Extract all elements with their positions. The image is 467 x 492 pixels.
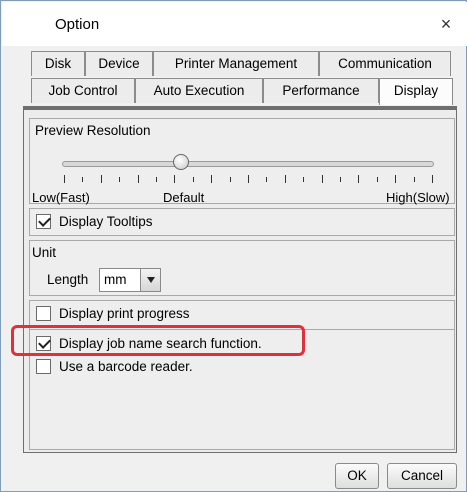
cancel-button[interactable]: Cancel bbox=[387, 463, 457, 489]
resolution-slider-track[interactable] bbox=[62, 161, 434, 167]
slider-tick bbox=[100, 175, 102, 183]
slider-tick bbox=[229, 177, 231, 182]
display-print-progress-checkbox[interactable]: Display print progress bbox=[36, 306, 190, 321]
display-options-group: Display print progress Display job name … bbox=[29, 300, 455, 450]
slider-low-label: Low(Fast) bbox=[32, 190, 90, 205]
checkbox-unchecked-icon[interactable] bbox=[36, 359, 51, 374]
slider-tick bbox=[82, 177, 84, 182]
slider-tick bbox=[266, 177, 268, 182]
slider-tick bbox=[119, 177, 121, 182]
slider-tick bbox=[192, 177, 194, 182]
display-tooltips-group: Display Tooltips bbox=[29, 208, 455, 236]
preview-resolution-group: Preview Resolution Low(Fast) Default Hig… bbox=[29, 118, 455, 205]
ok-button[interactable]: OK bbox=[335, 463, 379, 489]
slider-default-label: Default bbox=[163, 190, 205, 205]
tab-auto-execution[interactable]: Auto Execution bbox=[135, 78, 263, 103]
preview-resolution-title: Preview Resolution bbox=[35, 123, 151, 138]
slider-tick bbox=[321, 175, 323, 183]
slider-tick bbox=[395, 175, 397, 183]
window-title: Option bbox=[55, 16, 100, 33]
slider-tick bbox=[137, 175, 139, 183]
tab-performance[interactable]: Performance bbox=[263, 78, 379, 103]
slider-tick bbox=[156, 177, 157, 182]
option-dialog: Option × Disk Device Printer Management … bbox=[0, 0, 467, 492]
length-unit-select[interactable]: mm bbox=[99, 268, 161, 292]
display-tooltips-checkbox[interactable]: Display Tooltips bbox=[36, 214, 153, 229]
slider-high-label: High(Slow) bbox=[386, 190, 450, 205]
use-barcode-reader-checkbox[interactable]: Use a barcode reader. bbox=[36, 359, 193, 374]
slider-tick bbox=[432, 175, 433, 183]
display-print-progress-label: Display print progress bbox=[59, 306, 190, 321]
slider-tick bbox=[284, 175, 286, 183]
tab-disk[interactable]: Disk bbox=[31, 51, 85, 76]
display-job-name-search-label: Display job name search function. bbox=[59, 336, 262, 351]
slider-tick bbox=[340, 177, 341, 182]
slider-tick bbox=[211, 175, 213, 183]
slider-tick bbox=[413, 177, 415, 182]
unit-title: Unit bbox=[32, 245, 57, 260]
slider-tick bbox=[174, 175, 176, 183]
display-tab-panel: Preview Resolution Low(Fast) Default Hig… bbox=[23, 110, 457, 453]
options-divider bbox=[30, 329, 454, 330]
tab-communication[interactable]: Communication bbox=[319, 51, 451, 76]
slider-tick bbox=[248, 175, 249, 183]
checkbox-checked-icon[interactable] bbox=[36, 214, 51, 229]
tab-display[interactable]: Display bbox=[379, 78, 453, 105]
slider-tick bbox=[358, 175, 360, 183]
length-unit-value: mm bbox=[104, 272, 127, 287]
tab-printer-management[interactable]: Printer Management bbox=[153, 51, 319, 76]
slider-tick bbox=[303, 177, 305, 182]
unit-group: Unit Length mm bbox=[29, 240, 455, 296]
display-tooltips-label: Display Tooltips bbox=[59, 214, 153, 229]
slider-tick bbox=[64, 175, 65, 183]
length-label: Length bbox=[47, 272, 89, 287]
tab-job-control[interactable]: Job Control bbox=[31, 78, 135, 103]
display-job-name-search-checkbox[interactable]: Display job name search function. bbox=[36, 336, 262, 351]
checkbox-unchecked-icon[interactable] bbox=[36, 306, 51, 321]
title-bar: Option × bbox=[2, 2, 467, 46]
use-barcode-reader-label: Use a barcode reader. bbox=[59, 359, 193, 374]
close-icon[interactable]: × bbox=[433, 12, 459, 36]
chevron-down-icon[interactable] bbox=[140, 269, 160, 291]
tab-device[interactable]: Device bbox=[85, 51, 153, 76]
checkbox-checked-icon[interactable] bbox=[36, 336, 51, 351]
resolution-slider-thumb[interactable] bbox=[173, 154, 190, 170]
slider-tick bbox=[376, 177, 378, 182]
